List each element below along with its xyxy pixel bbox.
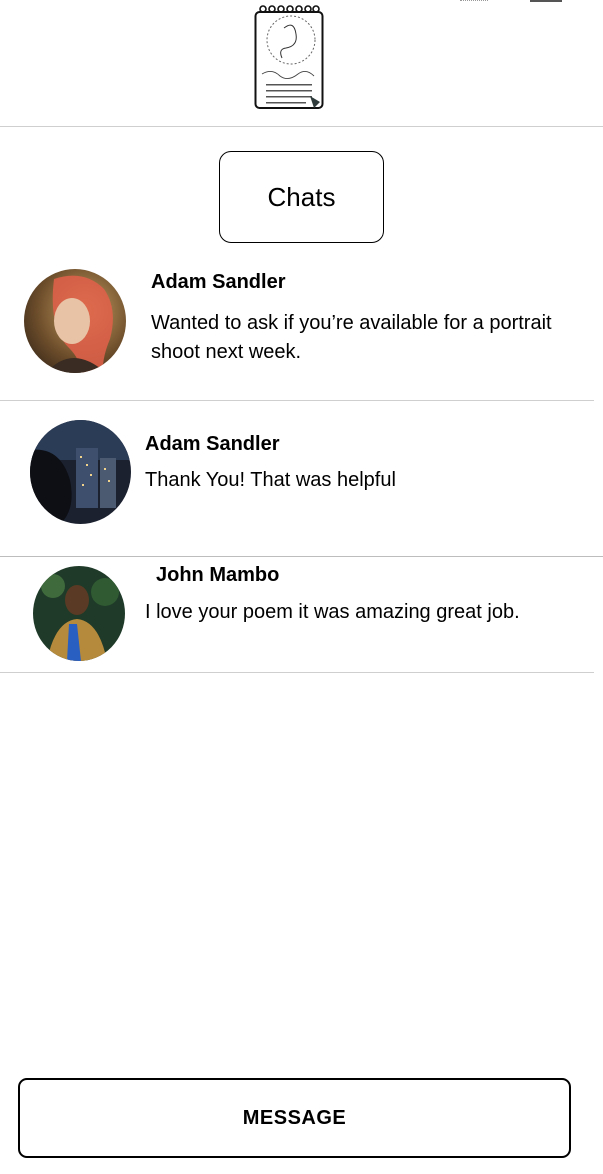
app-header (0, 0, 603, 127)
contact-name: John Mambo (156, 564, 280, 586)
chat-list-item[interactable]: John Mambo I love your poem it was amazi… (0, 557, 603, 672)
chat-list-item[interactable]: Adam Sandler Thank You! That was helpful (0, 401, 603, 556)
contact-name: Adam Sandler (151, 271, 286, 293)
avatar (30, 420, 131, 524)
menu-icon[interactable] (530, 0, 562, 2)
divider (0, 672, 594, 673)
status-indicator (460, 0, 488, 4)
notebook-logo-icon[interactable] (254, 4, 324, 110)
message-preview: I love your poem it was amazing great jo… (145, 601, 520, 623)
message-button[interactable]: MESSAGE (18, 1078, 571, 1158)
page-title: Chats (219, 151, 384, 243)
message-preview: Thank You! That was helpful (145, 469, 396, 491)
avatar (24, 269, 126, 373)
chat-list-item[interactable]: Adam Sandler Wanted to ask if you’re ava… (0, 262, 603, 400)
avatar (33, 566, 125, 661)
contact-name: Adam Sandler (145, 433, 280, 455)
message-preview: Wanted to ask if you’re available for a … (151, 312, 552, 363)
